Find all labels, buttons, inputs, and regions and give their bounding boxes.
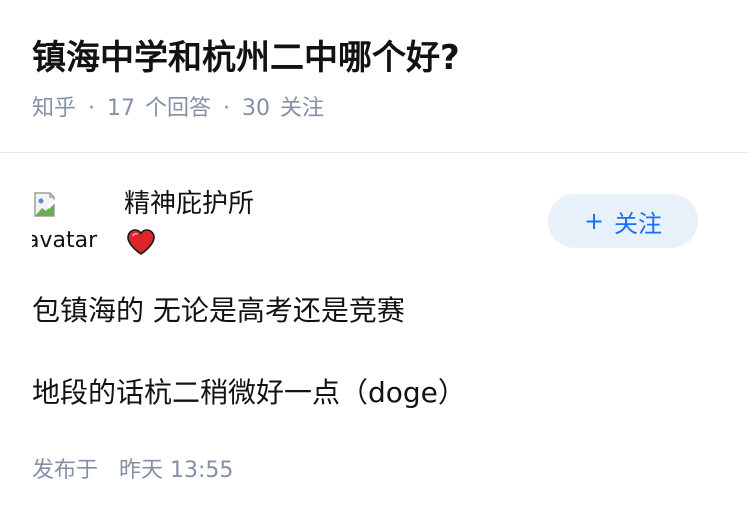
question-header: 镇海中学和杭州二中哪个好? 知乎 · 17 个回答 · 30 关注 (0, 0, 750, 153)
answer-content: 包镇海的 无论是高考还是竞赛 地段的话杭二稍微好一点（doge） (32, 290, 722, 414)
question-meta: 知乎 · 17 个回答 · 30 关注 (32, 94, 324, 124)
follower-count: 30 (242, 96, 271, 121)
avatar-alt-text: avatar (32, 228, 98, 253)
meta-separator: · (88, 96, 96, 121)
publish-time: 昨天 13:55 (119, 458, 234, 483)
answer-paragraph: 地段的话杭二稍微好一点（doge） (32, 376, 466, 409)
answer-paragraph: 包镇海的 无论是高考还是竞赛 (32, 294, 405, 327)
avatar[interactable]: avatar (32, 186, 98, 256)
meta-separator: · (223, 96, 231, 121)
question-title[interactable]: 镇海中学和杭州二中哪个好? (32, 34, 460, 82)
follow-button[interactable]: + 关注 (548, 194, 698, 248)
follower-count-label: 关注 (280, 96, 325, 121)
source-label: 知乎 (32, 96, 77, 121)
answer-count-label: 个回答 (145, 96, 212, 121)
answer-count: 17 (107, 96, 136, 121)
heart-icon (127, 229, 155, 255)
publish-label: 发布于 (32, 458, 99, 483)
publish-info: 发布于 昨天 13:55 (32, 456, 233, 486)
answer-author: avatar 精神庇护所 + 关注 (32, 186, 718, 256)
plus-icon: + (583, 207, 605, 235)
follow-button-label: 关注 (614, 209, 663, 238)
author-name[interactable]: 精神庇护所 (124, 186, 254, 222)
broken-image-icon (34, 192, 64, 217)
